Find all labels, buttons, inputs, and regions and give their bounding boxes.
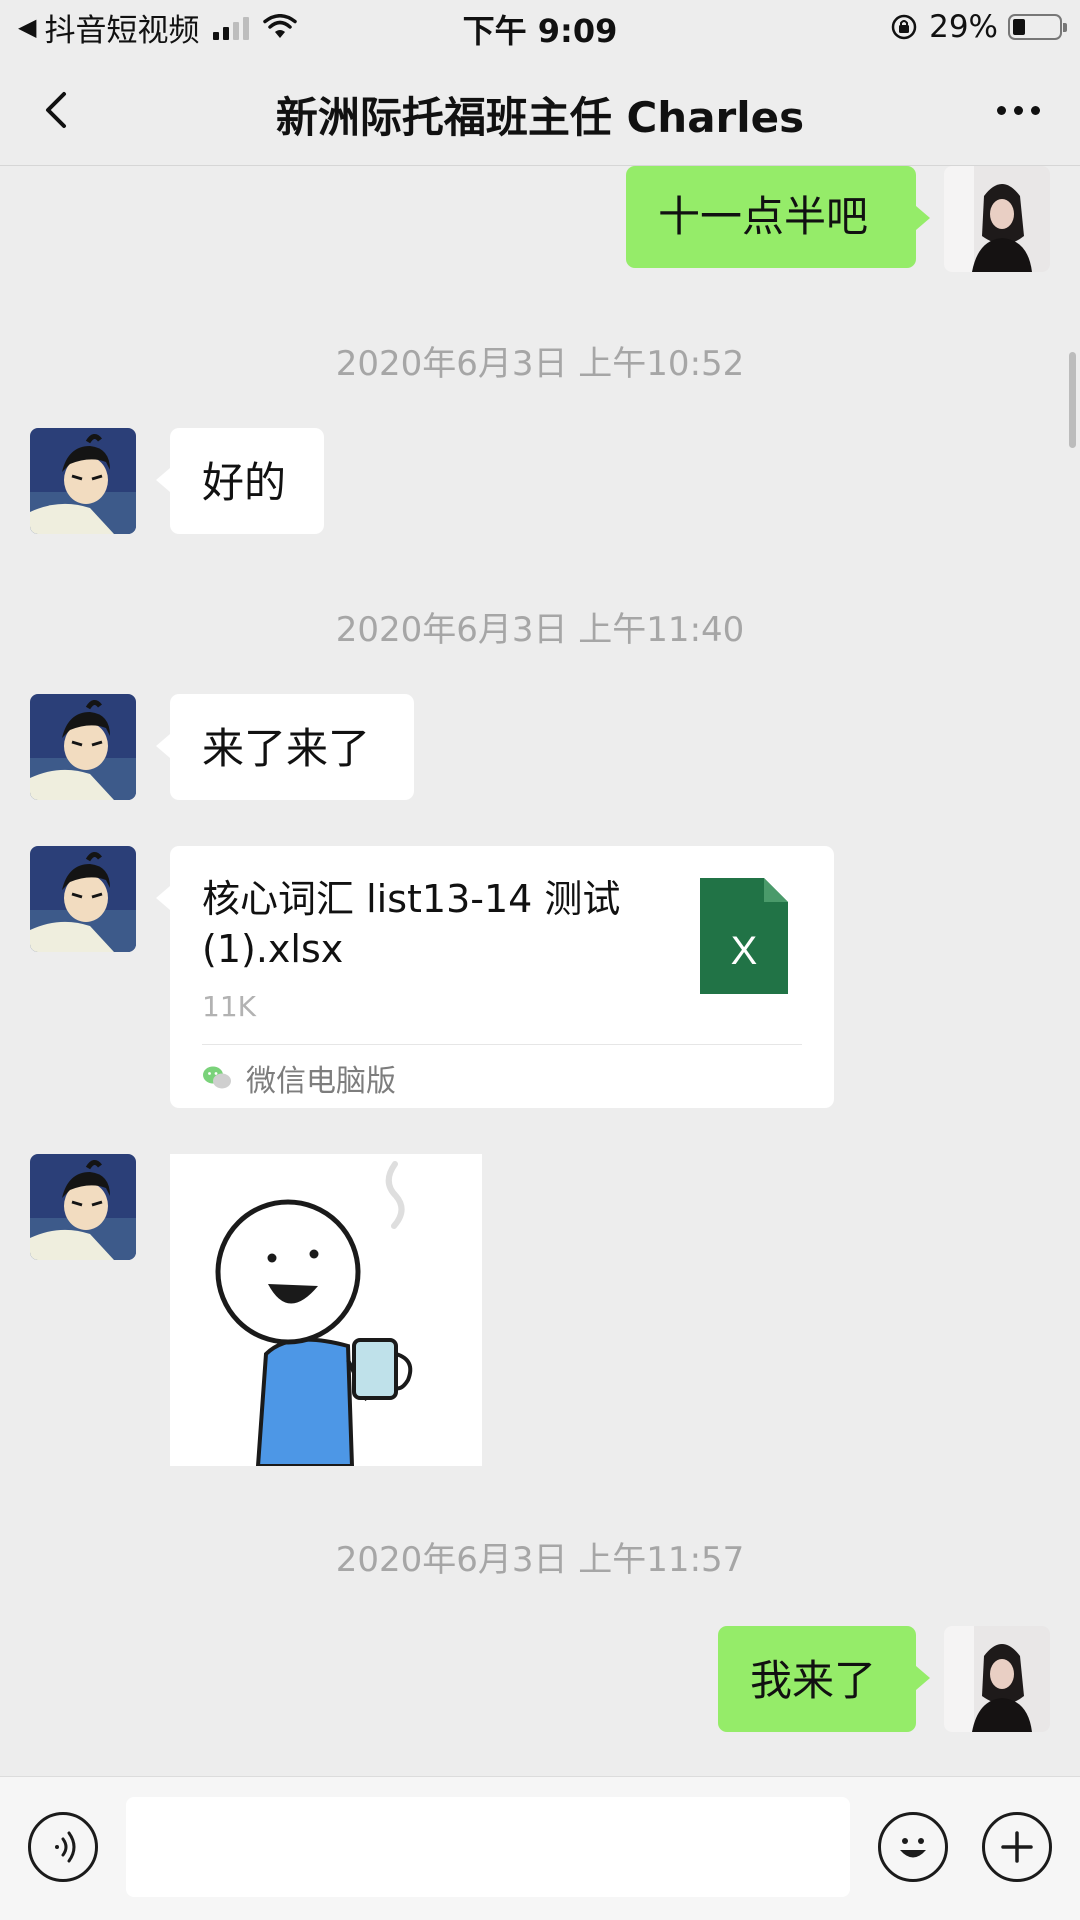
battery-percent: 29% bbox=[929, 9, 998, 45]
emoji-icon[interactable] bbox=[878, 1812, 948, 1882]
status-bar: ◀ 抖音短视频 下午 9:09 29% bbox=[0, 0, 1080, 54]
message-timestamp: 2020年6月3日 上午11:57 bbox=[335, 1540, 745, 1580]
plus-icon[interactable] bbox=[982, 1812, 1052, 1882]
file-name: 核心词汇 list13-14 测试(1).xlsx bbox=[202, 877, 621, 971]
message-text: 我来了 bbox=[750, 1656, 877, 1705]
excel-file-icon: X bbox=[700, 878, 788, 994]
chat-title: 新洲际托福班主任 Charles bbox=[275, 93, 805, 142]
message-text: 来了来了 bbox=[202, 724, 371, 773]
status-right: 29% bbox=[889, 6, 1067, 48]
message-timestamp: 2020年6月3日 上午11:40 bbox=[335, 610, 745, 650]
file-size: 11K bbox=[202, 990, 256, 1023]
my-avatar[interactable] bbox=[944, 166, 1050, 272]
input-bar bbox=[0, 1776, 1080, 1920]
contact-avatar[interactable] bbox=[30, 1154, 136, 1260]
file-source-label: 微信电脑版 bbox=[246, 1064, 396, 1099]
divider bbox=[202, 1044, 802, 1045]
message-text: 十一点半吧 bbox=[658, 192, 869, 241]
battery-icon bbox=[1008, 14, 1067, 40]
message-text: 好的 bbox=[202, 458, 287, 507]
voice-icon[interactable] bbox=[28, 1812, 98, 1882]
sticker-image[interactable] bbox=[170, 1154, 482, 1468]
file-source: 微信电脑版 bbox=[202, 1050, 396, 1106]
contact-avatar[interactable] bbox=[30, 846, 136, 952]
message-bubble-outgoing[interactable]: 十一点半吧 bbox=[626, 166, 930, 268]
message-bubble-incoming[interactable]: 好的 bbox=[156, 428, 324, 534]
chat-header: 新洲际托福班主任 Charles bbox=[0, 54, 1080, 166]
more-dots-icon[interactable] bbox=[986, 82, 1050, 138]
message-input[interactable] bbox=[126, 1797, 850, 1897]
file-icon-letter: X bbox=[731, 929, 758, 973]
file-message-card[interactable]: 核心词汇 list13-14 测试(1).xlsx 11K X 微信电脑版 bbox=[156, 846, 834, 1108]
orientation-lock-icon bbox=[891, 14, 917, 40]
message-timestamp: 2020年6月3日 上午10:52 bbox=[335, 344, 745, 384]
contact-avatar[interactable] bbox=[30, 428, 136, 534]
contact-avatar[interactable] bbox=[30, 694, 136, 800]
message-bubble-outgoing[interactable]: 我来了 bbox=[718, 1626, 930, 1732]
my-avatar[interactable] bbox=[944, 1626, 1050, 1732]
message-list[interactable]: 十一点半吧 2020年6月3日 上午10:52 好的 2020年6月3日 上午1… bbox=[0, 166, 1080, 1776]
message-bubble-incoming[interactable]: 来了来了 bbox=[156, 694, 414, 800]
wechat-icon bbox=[203, 1066, 231, 1089]
